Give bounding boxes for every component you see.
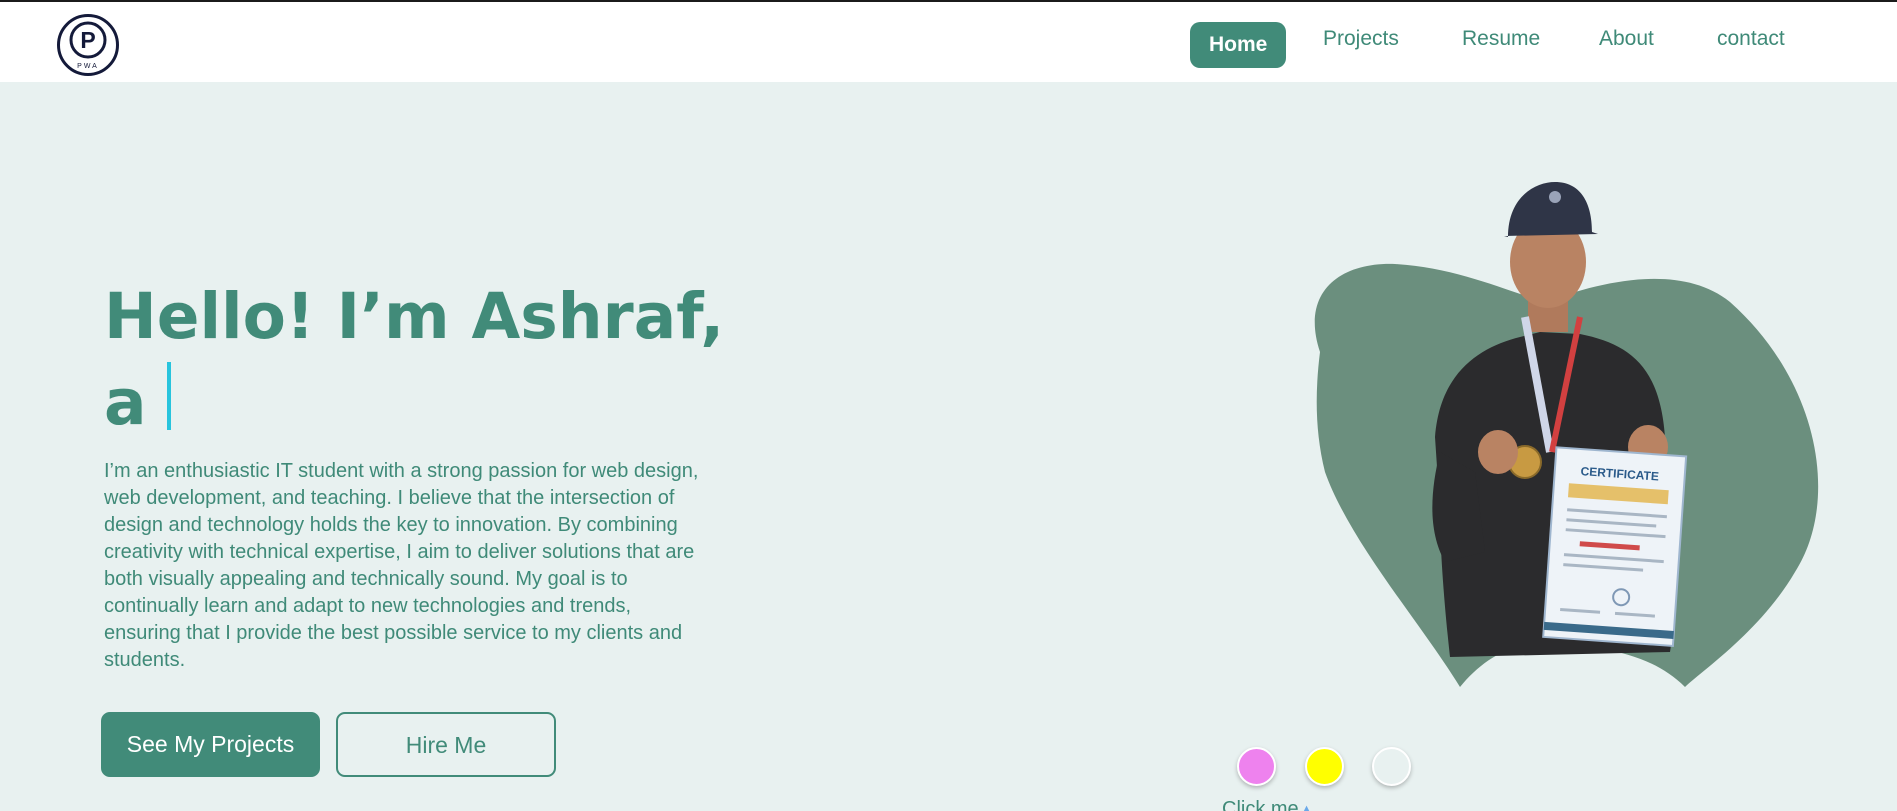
person-cap — [1504, 182, 1598, 237]
arrow-up-icon: ▲ — [1298, 802, 1315, 811]
logo-text: PWA — [77, 63, 99, 70]
see-projects-button[interactable]: See My Projects — [101, 712, 320, 777]
logo-monogram: P — [80, 27, 95, 53]
nav-item-projects[interactable]: Projects — [1323, 22, 1399, 68]
hero-visual: CERTIFICATE — [1280, 152, 1840, 702]
hero-title-line1: Hello! I’m Ashraf, — [104, 280, 725, 353]
hire-me-button[interactable]: Hire Me — [336, 712, 556, 777]
nav-item-about[interactable]: About — [1599, 22, 1654, 68]
theme-dot-yellow[interactable] — [1305, 747, 1344, 786]
logo-icon: P PWA — [69, 21, 107, 70]
logo[interactable]: P PWA — [57, 14, 119, 76]
certificate-card: CERTIFICATE — [1542, 446, 1688, 648]
hero-title-line2-wrap: a — [104, 360, 724, 446]
theme-dot-pink[interactable] — [1237, 747, 1276, 786]
hero-title-line2: a — [104, 366, 147, 439]
hero-description: I’m an enthusiastic IT student with a st… — [104, 460, 699, 671]
profile-illustration: CERTIFICATE — [1314, 182, 1819, 687]
cap-logo — [1549, 191, 1561, 203]
nav-item-resume[interactable]: Resume — [1462, 22, 1540, 68]
click-hint-label: Click me — [1222, 798, 1299, 811]
click-hint[interactable]: Click me▲ — [1222, 798, 1315, 811]
typing-caret — [166, 362, 171, 430]
hero-title: Hello! I’m Ashraf, a — [104, 274, 724, 446]
theme-dot-light[interactable] — [1372, 747, 1411, 786]
person-left-hand — [1478, 430, 1518, 474]
navbar: P PWA Home Projects Resume About contact — [0, 2, 1897, 82]
nav-item-home[interactable]: Home — [1190, 22, 1287, 68]
nav-item-contact[interactable]: contact — [1717, 22, 1785, 68]
